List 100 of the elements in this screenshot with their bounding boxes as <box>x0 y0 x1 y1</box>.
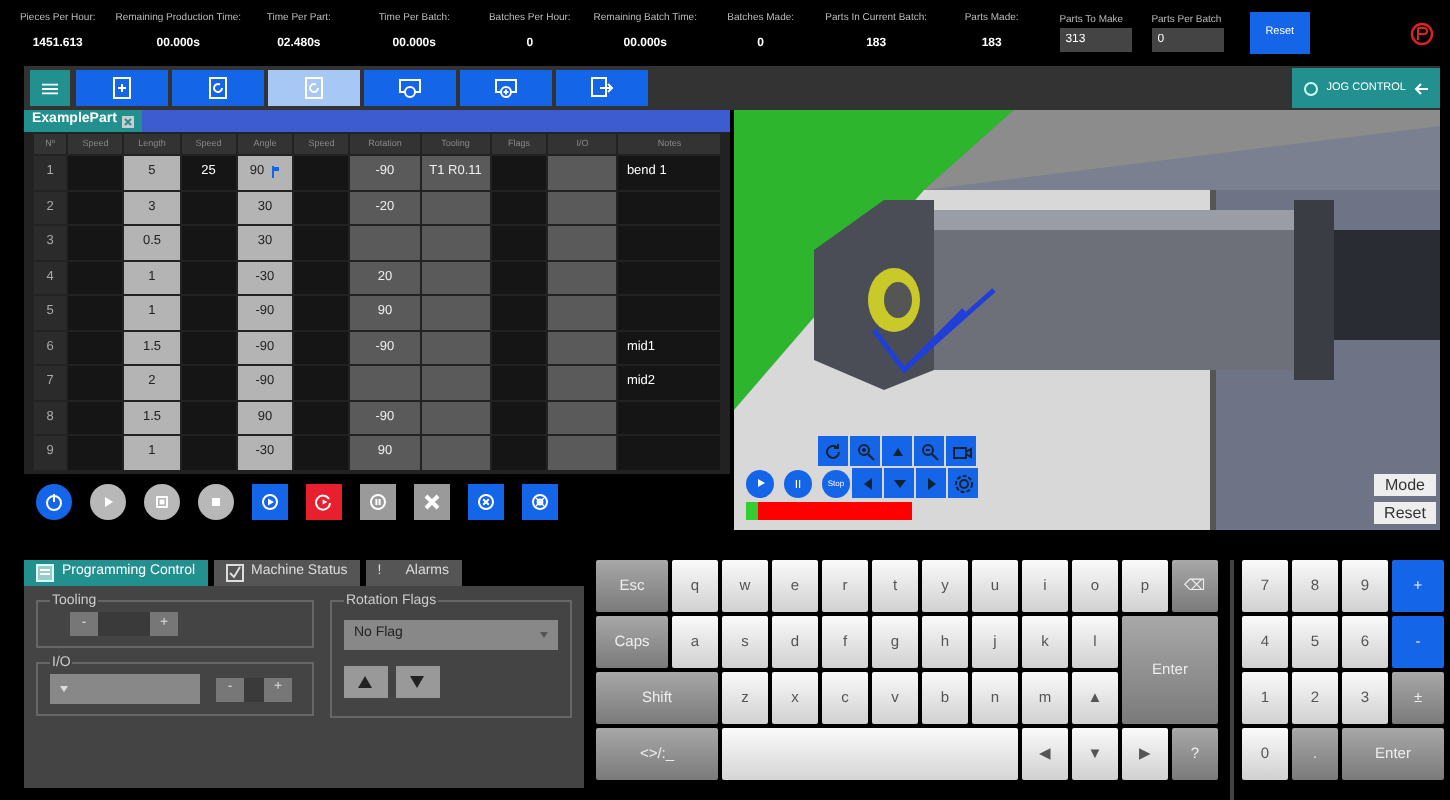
logo-icon <box>1410 21 1435 45</box>
table-cell <box>491 436 547 469</box>
toolbar-button[interactable] <box>76 70 168 106</box>
table-cell <box>350 226 420 259</box>
checkbox-icon <box>225 564 244 582</box>
table-cell <box>421 226 490 259</box>
play-icon <box>260 492 280 512</box>
view-button[interactable] <box>852 468 882 498</box>
table-cell <box>491 191 547 224</box>
close-icon <box>122 115 135 127</box>
caret-down-icon <box>60 686 68 692</box>
view-button[interactable] <box>884 468 914 498</box>
view-button[interactable] <box>818 436 848 466</box>
down-button[interactable] <box>395 666 440 698</box>
rotate-icon <box>823 441 843 461</box>
cross-icon <box>422 492 442 512</box>
replay-icon <box>314 492 334 512</box>
table-cell <box>618 401 720 434</box>
table-cell <box>294 191 349 224</box>
table-cell <box>548 156 617 189</box>
table-cell <box>68 296 123 329</box>
table-cell <box>68 226 123 259</box>
table-cell <box>68 156 123 189</box>
control-button[interactable] <box>36 484 72 520</box>
arrow-up-icon <box>358 675 373 688</box>
table-cell <box>181 191 236 224</box>
view-button[interactable] <box>946 436 976 466</box>
view-button[interactable] <box>850 436 880 466</box>
table-cell <box>181 261 236 294</box>
table-cell <box>294 226 349 259</box>
circle-icon <box>1304 81 1319 95</box>
table-cell <box>421 296 490 329</box>
table-cell <box>491 366 547 399</box>
settings-icon <box>953 473 973 493</box>
table-cell <box>68 401 123 434</box>
mode-button[interactable]: Mode <box>1374 474 1436 496</box>
panel-icon <box>36 564 54 582</box>
control-button[interactable] <box>144 484 180 520</box>
play-icon <box>755 478 765 488</box>
camera-icon <box>951 441 971 461</box>
table-cell <box>68 261 123 294</box>
number-field[interactable] <box>98 612 150 636</box>
table-cell <box>294 261 349 294</box>
table-cell <box>548 366 617 399</box>
table-cell <box>548 296 617 329</box>
table-cell <box>181 331 236 364</box>
table-cell <box>548 261 617 294</box>
table-cell <box>294 296 349 329</box>
table-cell <box>294 436 349 469</box>
table-cell <box>68 436 123 469</box>
arrow-down-icon <box>410 675 425 688</box>
table-cell <box>294 401 349 434</box>
toolbar-button[interactable] <box>460 70 552 106</box>
table-cell <box>181 296 236 329</box>
table-cell <box>491 226 547 259</box>
table-cell <box>294 331 349 364</box>
view-button[interactable] <box>882 436 912 466</box>
table-cell <box>181 366 236 399</box>
pause-icon <box>794 479 802 487</box>
table-cell <box>548 226 617 259</box>
table-cell <box>421 436 490 469</box>
view-button[interactable] <box>916 468 946 498</box>
table-cell <box>491 331 547 364</box>
table-cell <box>68 191 123 224</box>
table-cell <box>548 436 617 469</box>
up-button[interactable] <box>343 666 388 698</box>
table-cell <box>421 366 490 399</box>
table-cell <box>181 401 236 434</box>
table-cell <box>491 156 547 189</box>
control-button[interactable] <box>90 484 126 520</box>
table-cell <box>618 436 720 469</box>
pause-icon <box>368 492 388 512</box>
table-cell <box>421 331 490 364</box>
stop-icon <box>206 492 226 512</box>
table-cell <box>491 296 547 329</box>
toolbar-button[interactable] <box>364 70 456 106</box>
view-button[interactable] <box>914 436 944 466</box>
menu-button[interactable] <box>30 70 70 106</box>
table-cell <box>548 401 617 434</box>
table-cell <box>548 331 617 364</box>
cancel-icon <box>530 492 550 512</box>
control-button[interactable] <box>198 484 234 520</box>
table-cell <box>618 296 720 329</box>
view-button[interactable] <box>948 468 978 498</box>
stop-icon <box>152 492 172 512</box>
arrow-left-icon <box>1414 81 1428 95</box>
table-cell <box>548 191 617 224</box>
table-cell <box>618 191 720 224</box>
table-cell <box>181 226 236 259</box>
menu-icon <box>42 81 58 95</box>
toolbar-button[interactable] <box>172 70 264 106</box>
table-cell <box>618 261 720 294</box>
reset-button[interactable]: Reset <box>1374 502 1436 524</box>
table-cell <box>181 436 236 469</box>
number-field[interactable] <box>244 677 264 701</box>
table-cell <box>294 366 349 399</box>
table-cell <box>421 191 490 224</box>
toolbar-button[interactable] <box>556 70 648 106</box>
table-cell <box>491 401 547 434</box>
zoom-in-icon <box>855 441 875 461</box>
